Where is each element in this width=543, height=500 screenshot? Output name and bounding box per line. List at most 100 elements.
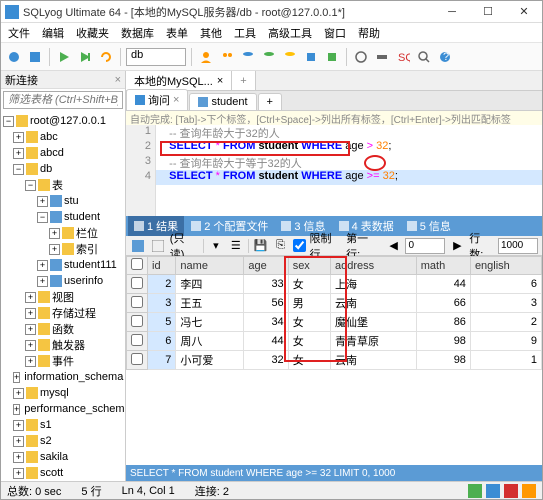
save-icon[interactable]: 💾	[253, 238, 269, 254]
sql-editor[interactable]: 自动完成: [Tab]->下个标签，[Ctrl+Space]->列出所有标签，[…	[126, 111, 542, 216]
tree-node[interactable]: +触发器	[1, 337, 125, 353]
form-view-icon[interactable]	[150, 238, 166, 254]
expand-icon[interactable]: +	[13, 388, 24, 399]
social-icon[interactable]	[486, 484, 500, 498]
object-tree[interactable]: − root@127.0.0.1 +abc+abcd−db−表+stu−stud…	[1, 111, 125, 481]
expand-icon[interactable]: +	[13, 420, 24, 431]
row-checkbox[interactable]	[131, 334, 143, 346]
tree-node[interactable]: +s1	[1, 417, 125, 433]
share-icon[interactable]	[468, 484, 482, 498]
new-query-icon[interactable]	[26, 48, 44, 66]
link-icon[interactable]	[522, 484, 536, 498]
new-query-tab[interactable]: +	[258, 93, 282, 110]
menu-advanced[interactable]: 高级工具	[263, 23, 317, 43]
expand-icon[interactable]: +	[37, 196, 48, 207]
row-checkbox[interactable]	[131, 353, 143, 365]
menu-other[interactable]: 其他	[195, 23, 227, 43]
result-grid[interactable]: idnameagesexaddressmathenglish 2李四33女上海4…	[126, 256, 542, 465]
format-icon[interactable]: SQL	[394, 48, 412, 66]
expand-icon[interactable]: +	[25, 308, 36, 319]
tree-root[interactable]: − root@127.0.0.1	[1, 113, 125, 129]
backup-icon[interactable]	[239, 48, 257, 66]
table-tab[interactable]: student	[189, 93, 256, 110]
column-header[interactable]: id	[148, 257, 176, 275]
expand-icon[interactable]: +	[49, 244, 60, 255]
schedule-icon[interactable]	[352, 48, 370, 66]
tree-node[interactable]: +stu	[1, 193, 125, 209]
rows-input[interactable]	[498, 238, 538, 254]
export-icon[interactable]	[302, 48, 320, 66]
expand-icon[interactable]: −	[37, 212, 48, 223]
column-header[interactable]: address	[330, 257, 416, 275]
expand-icon[interactable]: +	[25, 340, 36, 351]
tree-node[interactable]: +performance_schema	[1, 401, 125, 417]
expand-icon[interactable]: −	[3, 116, 14, 127]
tree-node[interactable]: +函数	[1, 321, 125, 337]
tree-node[interactable]: +mysql	[1, 385, 125, 401]
sidebar-close-icon[interactable]: ×	[115, 74, 121, 86]
execute-icon[interactable]	[55, 48, 73, 66]
video-icon[interactable]	[504, 484, 518, 498]
row-checkbox[interactable]	[131, 296, 143, 308]
maximize-button[interactable]: ☐	[474, 3, 502, 21]
expand-icon[interactable]: −	[13, 164, 24, 175]
expand-icon[interactable]: +	[49, 228, 60, 239]
help-icon[interactable]: ?	[436, 48, 454, 66]
table-row[interactable]: 2李四33女上海446	[127, 275, 542, 294]
tree-node[interactable]: +scott	[1, 465, 125, 481]
tree-node[interactable]: +userinfo	[1, 273, 125, 289]
close-tab-icon[interactable]: ×	[217, 75, 223, 87]
column-header[interactable]: sex	[288, 257, 330, 275]
tree-node[interactable]: +存储过程	[1, 305, 125, 321]
tree-node[interactable]: +sakila	[1, 449, 125, 465]
tree-node[interactable]: −db	[1, 161, 125, 177]
menu-tools[interactable]: 工具	[229, 23, 261, 43]
table-row[interactable]: 7小可爱32女云南981	[127, 351, 542, 370]
new-connection-icon[interactable]	[5, 48, 23, 66]
sync-icon[interactable]	[260, 48, 278, 66]
expand-icon[interactable]: +	[13, 436, 24, 447]
expand-icon[interactable]: +	[25, 292, 36, 303]
tree-node[interactable]: +abc	[1, 129, 125, 145]
tree-node[interactable]: +栏位	[1, 225, 125, 241]
query-tab[interactable]: 询问 ×	[126, 89, 188, 110]
tree-node[interactable]: +information_schema	[1, 369, 125, 385]
filter-icon[interactable]: ☰	[228, 238, 244, 254]
select-all-checkbox[interactable]	[131, 258, 143, 270]
close-tab-icon[interactable]: ×	[173, 94, 179, 106]
user-icon[interactable]	[197, 48, 215, 66]
table-row[interactable]: 6周八44女青青草原989	[127, 332, 542, 351]
tree-node[interactable]: −student	[1, 209, 125, 225]
tree-node[interactable]: +事件	[1, 353, 125, 369]
expand-icon[interactable]: +	[25, 356, 36, 367]
table-row[interactable]: 5冯七34女魔仙堡862	[127, 313, 542, 332]
limit-rows-checkbox[interactable]	[293, 239, 306, 252]
database-selector[interactable]: db	[126, 48, 186, 66]
expand-icon[interactable]: +	[25, 324, 36, 335]
row-checkbox[interactable]	[131, 277, 143, 289]
menu-edit[interactable]: 编辑	[37, 23, 69, 43]
tree-node[interactable]: +student111	[1, 257, 125, 273]
tree-node[interactable]: +s2	[1, 433, 125, 449]
expand-icon[interactable]: +	[13, 372, 20, 383]
refresh-icon[interactable]	[97, 48, 115, 66]
close-button[interactable]: ✕	[510, 3, 538, 21]
schema-icon[interactable]	[281, 48, 299, 66]
column-header[interactable]: math	[416, 257, 470, 275]
minimize-button[interactable]: ─	[438, 3, 466, 21]
copy-icon[interactable]: ⎘	[273, 238, 289, 254]
expand-icon[interactable]: +	[13, 148, 24, 159]
column-header[interactable]: english	[470, 257, 541, 275]
execute-current-icon[interactable]	[76, 48, 94, 66]
menu-file[interactable]: 文件	[3, 23, 35, 43]
expand-icon[interactable]: −	[25, 180, 36, 191]
first-row-input[interactable]	[405, 238, 445, 254]
editor-body[interactable]: -- 查询年龄大于32的人 SELECT * FROM student WHER…	[156, 111, 542, 216]
expand-icon[interactable]: +	[13, 132, 24, 143]
column-header[interactable]: age	[244, 257, 288, 275]
search-icon[interactable]	[415, 48, 433, 66]
tunnel-icon[interactable]	[373, 48, 391, 66]
expand-icon[interactable]: +	[37, 260, 48, 271]
expand-icon[interactable]: +	[13, 468, 24, 479]
tree-node[interactable]: −表	[1, 177, 125, 193]
